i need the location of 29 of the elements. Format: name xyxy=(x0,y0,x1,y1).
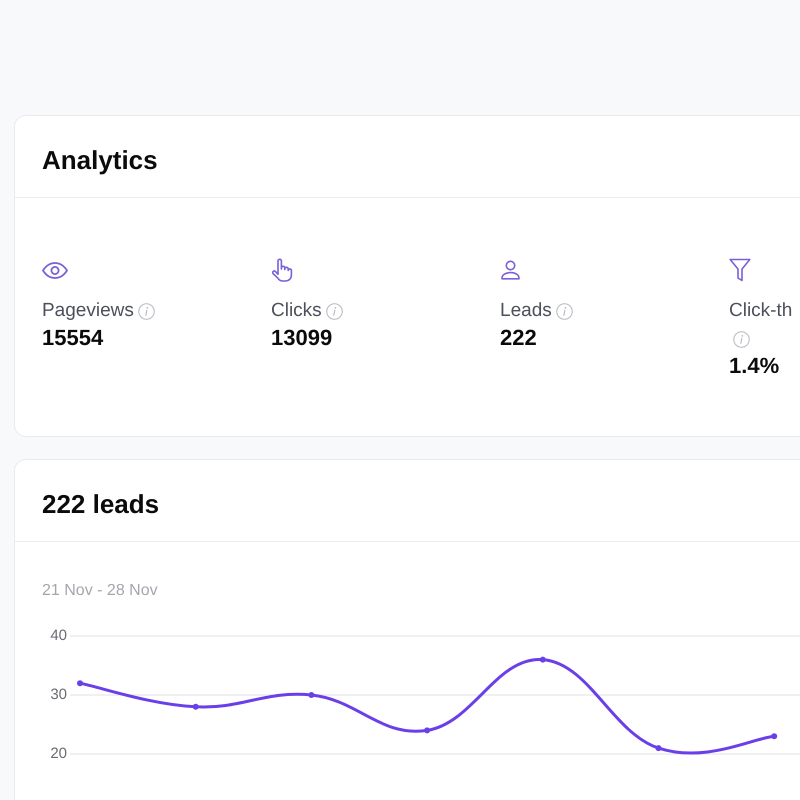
info-icon[interactable] xyxy=(138,302,155,320)
date-range: 21 Nov - 28 Nov xyxy=(42,581,158,601)
eye-icon xyxy=(42,262,68,278)
stat-label: Leads xyxy=(500,300,552,321)
card-title: 222 leads xyxy=(42,489,160,519)
y-axis-label: 20 xyxy=(50,744,67,762)
pointing-hand-icon xyxy=(271,258,293,282)
y-axis-label: 30 xyxy=(50,686,67,703)
data-point xyxy=(771,733,778,740)
data-point xyxy=(192,704,199,710)
data-point xyxy=(656,745,662,752)
info-icon[interactable] xyxy=(733,330,750,348)
stat-value: 15554 xyxy=(42,325,104,352)
funnel-icon xyxy=(729,258,751,282)
stat-label: Clicks xyxy=(271,300,322,321)
card-title: Analytics xyxy=(42,145,158,175)
person-icon xyxy=(500,260,521,280)
data-point xyxy=(308,692,314,698)
data-point xyxy=(424,727,430,734)
data-point xyxy=(77,680,83,686)
stat-label: Click-th xyxy=(729,300,792,321)
info-icon[interactable] xyxy=(326,302,343,320)
data-point xyxy=(540,656,546,663)
y-axis-label: 40 xyxy=(50,626,67,644)
info-icon[interactable] xyxy=(556,302,573,320)
stat-value: 222 xyxy=(500,325,537,352)
stat-value: 13099 xyxy=(271,325,332,352)
stat-label: Pageviews xyxy=(42,300,134,321)
stat-value: 1.4% xyxy=(729,353,780,380)
